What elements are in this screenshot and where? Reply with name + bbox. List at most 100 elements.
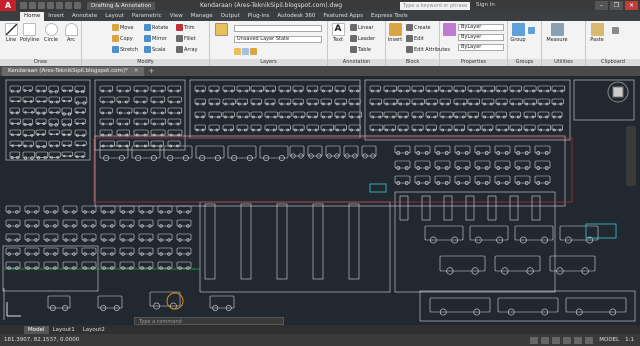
ribbon-tab-layout[interactable]: Layout: [101, 12, 128, 21]
copy-tool[interactable]: Copy: [112, 35, 133, 42]
top-view-bus: [531, 195, 541, 221]
scale-tool[interactable]: Scale: [144, 46, 165, 53]
ribbon-tab-manage[interactable]: Manage: [187, 12, 217, 21]
sign-in-button[interactable]: Sign In: [476, 0, 495, 11]
saveas-icon[interactable]: [47, 2, 54, 9]
line-tool[interactable]: Line: [2, 23, 20, 43]
match-properties-tool[interactable]: [440, 23, 458, 37]
linear-label: Linear: [358, 24, 374, 31]
clip-copy-icon[interactable]: [612, 27, 619, 34]
osnap-icon[interactable]: [574, 336, 583, 344]
ribbon-tab-plug-ins[interactable]: Plug-ins: [244, 12, 274, 21]
lineweight-dropdown[interactable]: ByLayer: [458, 44, 504, 51]
circle-tool[interactable]: Circle: [42, 23, 60, 43]
annotation-panel-title[interactable]: Annotation: [328, 59, 385, 66]
help-search-input[interactable]: Type a keyword or phrase: [400, 1, 470, 10]
ribbon-tab-featured-apps[interactable]: Featured Apps: [319, 12, 367, 21]
measure-tool[interactable]: Measure: [544, 23, 570, 43]
close-tab-icon[interactable]: ✕: [134, 68, 139, 74]
trim-tool[interactable]: Trim: [176, 24, 195, 31]
clipboard-panel-title[interactable]: Clipboard: [586, 59, 640, 66]
grid-icon[interactable]: [541, 336, 550, 344]
layers-panel-title[interactable]: Layers: [210, 59, 327, 66]
text-tool[interactable]: A Text: [329, 23, 347, 43]
ribbon-tab-view[interactable]: View: [166, 12, 187, 21]
open-icon[interactable]: [29, 2, 36, 9]
new-tab-icon[interactable]: +: [148, 67, 154, 75]
drawing-canvas[interactable]: [0, 76, 640, 325]
ribbon-tab-home[interactable]: Home: [20, 12, 45, 21]
model-space-label[interactable]: MODEL: [599, 337, 619, 343]
color-dropdown[interactable]: ByLayer: [458, 24, 504, 31]
close-icon[interactable]: ✕: [625, 1, 638, 10]
top-view-bus: [399, 195, 409, 221]
table-tool[interactable]: Table: [350, 46, 371, 53]
ortho-icon[interactable]: [552, 336, 561, 344]
ribbon-tab-insert[interactable]: Insert: [44, 12, 68, 21]
ribbon-tab-express-tools[interactable]: Express Tools: [367, 12, 412, 21]
paste-icon: [590, 23, 604, 36]
layer-dropdown[interactable]: [234, 25, 322, 32]
polyline-tool[interactable]: Polyline: [20, 23, 40, 43]
ribbon-tab-output[interactable]: Output: [217, 12, 244, 21]
layout-tab-layout2[interactable]: Layout2: [79, 326, 109, 334]
properties-panel-title[interactable]: Properties: [440, 59, 507, 66]
layer-freeze-icon[interactable]: [242, 48, 249, 55]
polyline-label: Polyline: [20, 37, 40, 43]
move-tool[interactable]: Move: [112, 24, 133, 31]
viewcube-icon[interactable]: [606, 80, 630, 104]
print-icon[interactable]: [56, 2, 63, 9]
document-tab[interactable]: Kendaraan (Ares-TeknikSipil.blogspot.com…: [2, 66, 145, 76]
layout-tab-model[interactable]: Model: [24, 325, 49, 334]
paste-tool[interactable]: Paste: [588, 23, 606, 43]
application-menu-button[interactable]: A: [0, 0, 16, 11]
utilities-panel-title[interactable]: Utilities: [542, 59, 585, 66]
polar-icon[interactable]: [563, 336, 572, 344]
undo-icon[interactable]: [65, 2, 72, 9]
trim-icon: [176, 24, 183, 31]
draw-panel-title[interactable]: Draw: [0, 59, 81, 66]
linetype-dropdown[interactable]: ByLayer: [458, 34, 504, 41]
layer-tools-row: [234, 48, 257, 55]
layer-lock-icon[interactable]: [250, 48, 257, 55]
layer-on-icon[interactable]: [234, 48, 241, 55]
create-block-tool[interactable]: Create: [406, 24, 431, 31]
navigation-bar[interactable]: [626, 126, 636, 186]
restore-icon[interactable]: ❐: [610, 1, 623, 10]
command-line-input[interactable]: Type a command: [134, 317, 284, 325]
arc-tool[interactable]: Arc: [62, 23, 80, 43]
layer-properties-tool[interactable]: [212, 23, 230, 37]
block-panel-title[interactable]: Block: [386, 59, 439, 66]
leader-tool[interactable]: Leader: [350, 35, 375, 42]
mirror-tool[interactable]: Mirror: [144, 35, 167, 42]
rotate-tool[interactable]: Rotate: [144, 24, 168, 31]
text-label: Text: [332, 37, 344, 43]
linear-dim-tool[interactable]: Linear: [350, 24, 374, 31]
title-bar: A Drafting & Annotation Kendaraan (Ares-…: [0, 0, 640, 11]
fillet-tool[interactable]: Fillet: [176, 35, 196, 42]
ribbon-tab-autodesk-360[interactable]: Autodesk 360: [273, 12, 319, 21]
array-tool[interactable]: Array: [176, 46, 197, 53]
dump-truck-body: [424, 225, 464, 241]
ungroup-icon[interactable]: [528, 27, 535, 34]
layer-state-dropdown[interactable]: Unsaved Layer State: [234, 36, 322, 43]
save-icon[interactable]: [38, 2, 45, 9]
stretch-tool[interactable]: Stretch: [112, 46, 138, 53]
otrack-icon[interactable]: [585, 336, 594, 344]
group-tool[interactable]: Group: [509, 23, 527, 43]
modify-panel-title[interactable]: Modify: [82, 59, 209, 66]
ribbon-tab-parametric[interactable]: Parametric: [128, 12, 166, 21]
new-icon[interactable]: [20, 2, 27, 9]
groups-panel-title[interactable]: Groups: [508, 59, 541, 66]
redo-icon[interactable]: [74, 2, 81, 9]
ribbon-tab-annotate[interactable]: Annotate: [68, 12, 101, 21]
leader-label: Leader: [358, 35, 376, 42]
insert-tool[interactable]: Insert: [386, 23, 404, 43]
snap-icon[interactable]: [530, 336, 539, 344]
minimize-icon[interactable]: –: [595, 1, 608, 10]
edit-block-tool[interactable]: Edit: [406, 35, 424, 42]
edit-attributes-icon: [406, 46, 413, 53]
layout-tab-layout1[interactable]: Layout1: [49, 326, 79, 334]
workspace-switcher[interactable]: Drafting & Annotation: [87, 1, 156, 10]
annotation-scale[interactable]: 1:1: [625, 337, 634, 343]
